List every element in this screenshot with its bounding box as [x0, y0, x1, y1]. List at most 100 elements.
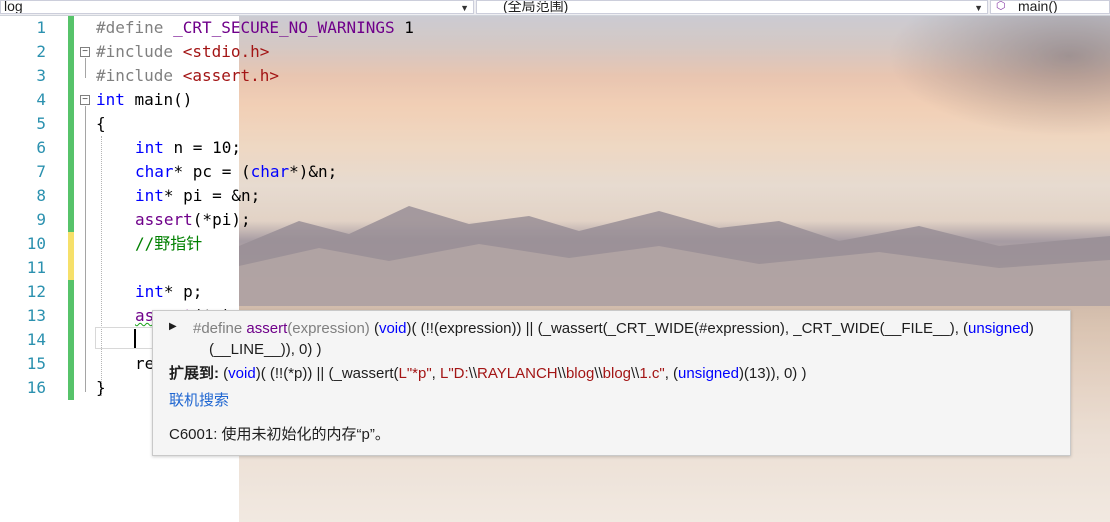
keyword: int: [135, 138, 164, 157]
exp-escape: \\: [594, 365, 603, 382]
macro-name: _CRT_SECURE_NO_WARNINGS: [173, 18, 395, 37]
include-path: <assert.h>: [182, 66, 280, 85]
line-number: 6: [36, 138, 46, 157]
keyword: char: [250, 162, 290, 181]
code-line-2[interactable]: #include <stdio.h>: [96, 40, 269, 64]
warning-message: C6001: 使用未初始化的内存“p”。: [169, 426, 390, 443]
current-line-highlight: [95, 327, 155, 349]
chevron-down-icon: ▼: [974, 3, 983, 13]
statement: n = 10;: [163, 138, 241, 157]
function-signature: main(): [124, 90, 193, 109]
macro-name: assert: [246, 320, 288, 337]
line-number: 14: [26, 330, 46, 349]
macro-definition: #define assert(expression) (void)( (!!(e…: [193, 319, 1034, 339]
fold-line: [85, 106, 86, 392]
exp-string: RAYLANCH: [477, 365, 558, 382]
quick-info-tooltip: ▶ #define assert(expression) (void)( (!!…: [152, 310, 1071, 456]
project-dropdown-value: log: [4, 0, 23, 14]
line-number: 5: [36, 114, 46, 133]
statement: (*pi);: [192, 210, 251, 229]
line-number: 2: [36, 42, 46, 61]
line-number: 4: [36, 90, 46, 109]
exp-escape: \\: [557, 365, 566, 382]
line-number: 13: [26, 306, 46, 325]
include-path: <stdio.h>: [182, 42, 270, 61]
online-search-link[interactable]: 联机搜索: [169, 391, 229, 411]
exp-text: ,: [431, 365, 441, 382]
exp-text: (: [219, 365, 229, 382]
function-dropdown-value: main(): [1018, 0, 1058, 14]
line-number: 10: [26, 234, 46, 253]
exp-string: 1.c": [639, 365, 665, 382]
fold-line: [85, 58, 86, 78]
line-number: 3: [36, 66, 46, 85]
exp-text: )(13)), 0) ): [738, 365, 807, 382]
preprocessor: #include: [96, 66, 183, 85]
code-line-10[interactable]: //野指针: [135, 232, 202, 256]
fold-toggle-icon[interactable]: −: [80, 47, 90, 57]
code-line-7[interactable]: char* pc = (char*)&n;: [135, 160, 337, 184]
code-line-9[interactable]: assert(*pi);: [135, 208, 251, 232]
line-number: 11: [26, 258, 46, 277]
exp-keyword: void: [228, 365, 256, 382]
keyword: int: [96, 90, 125, 109]
exp-string: L"D:: [440, 365, 469, 382]
exp-keyword: unsigned: [678, 365, 739, 382]
code-line-8[interactable]: int* pi = &n;: [135, 184, 260, 208]
def-keyword: unsigned: [968, 320, 1029, 337]
line-number: 15: [26, 354, 46, 373]
preprocessor: #include: [96, 42, 183, 61]
exp-string: blog: [565, 365, 595, 382]
text-caret: [134, 329, 136, 348]
macro-definition-continued: (__LINE__)), 0) ): [209, 341, 322, 358]
cube-icon: ⬡: [996, 0, 1006, 12]
expand-icon[interactable]: ▶: [169, 321, 177, 332]
keyword: int: [135, 186, 164, 205]
indent-guide: [101, 136, 102, 396]
saved-change-marker: [68, 280, 74, 400]
function-dropdown[interactable]: ⬡ main(): [990, 0, 1110, 14]
scope-dropdown[interactable]: (全局范围) ▼: [476, 0, 988, 14]
project-dropdown[interactable]: log ▼: [0, 0, 474, 14]
unsaved-change-marker: [68, 232, 74, 280]
line-number: 12: [26, 282, 46, 301]
macro-expansion: 扩展到: (void)( (!!(*p)) || (_wassert(L"*p"…: [169, 364, 806, 384]
statement: *)&n;: [289, 162, 338, 181]
code-line-16[interactable]: }: [96, 376, 106, 400]
exp-string: L"*p": [398, 365, 432, 382]
def-text: ): [1028, 320, 1034, 337]
chevron-down-icon: ▼: [460, 3, 469, 13]
exp-text: , (: [664, 365, 679, 382]
def-text: (: [369, 320, 379, 337]
code-line-3[interactable]: #include <assert.h>: [96, 64, 279, 88]
keyword: int: [135, 282, 164, 301]
macro-value: 1: [394, 18, 414, 37]
statement: * pi = &n;: [163, 186, 261, 205]
exp-string: blog: [602, 365, 632, 382]
line-number: 7: [36, 162, 46, 181]
fold-toggle-icon[interactable]: −: [80, 95, 90, 105]
code-line-6[interactable]: int n = 10;: [135, 136, 241, 160]
line-number: 16: [26, 378, 46, 397]
statement: * pc = (: [173, 162, 251, 181]
code-line-4[interactable]: int main(): [96, 88, 192, 112]
keyword: char: [135, 162, 174, 181]
preprocessor: #define: [96, 18, 174, 37]
scope-dropdown-value: (全局范围): [503, 0, 569, 14]
saved-change-marker: [68, 112, 74, 232]
def-keyword: void: [378, 320, 407, 337]
def-text: )( (!!(expression)) || (_wassert(_CRT_WI…: [406, 320, 969, 337]
code-line-12[interactable]: int* p;: [135, 280, 202, 304]
code-line-5[interactable]: {: [96, 112, 106, 136]
exp-text: )( (!!(*p)) || (_wassert(: [255, 365, 399, 382]
line-number: 1: [36, 18, 46, 37]
statement: * p;: [163, 282, 203, 301]
define-keyword: #define: [193, 320, 243, 337]
navigation-bar: log ▼ (全局范围) ▼ ⬡ main(): [0, 0, 1110, 16]
line-number: 9: [36, 210, 46, 229]
expand-label: 扩展到:: [169, 365, 219, 382]
macro-param: (expression): [287, 320, 370, 337]
macro-call: assert: [135, 210, 193, 229]
code-line-1[interactable]: #define _CRT_SECURE_NO_WARNINGS 1: [96, 16, 414, 40]
saved-change-marker: [68, 16, 74, 112]
